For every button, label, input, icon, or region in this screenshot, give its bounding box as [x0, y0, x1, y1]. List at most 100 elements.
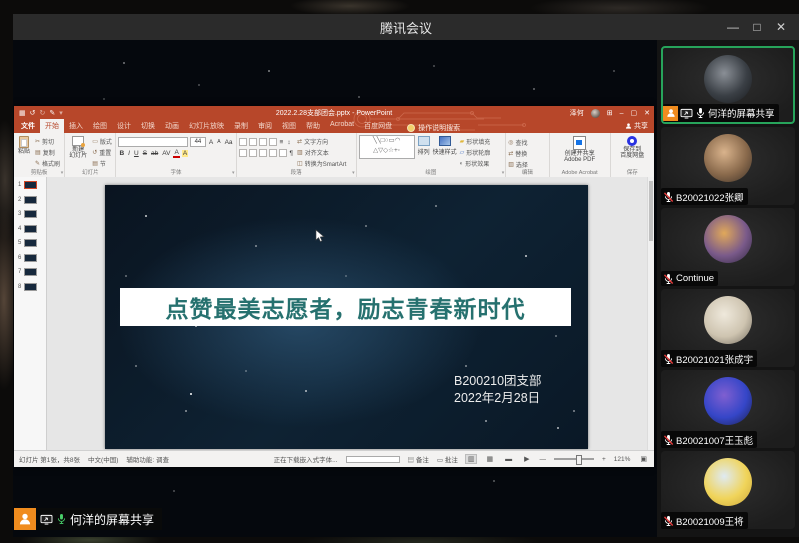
- ppt-share-button[interactable]: 共享: [625, 121, 648, 131]
- save-to-baidu-button[interactable]: 保存到百度网盘: [613, 135, 652, 160]
- slide-thumbnail-5[interactable]: 5: [18, 239, 46, 247]
- ribbon-display-options-icon[interactable]: ⊞: [607, 109, 613, 117]
- bold-button[interactable]: B: [118, 150, 125, 157]
- ribbon-tab-幻灯片放映[interactable]: 幻灯片放映: [184, 119, 229, 134]
- slide-thumbnail-4[interactable]: 4: [18, 225, 46, 233]
- format-painter-button[interactable]: ✎格式刷: [35, 159, 60, 168]
- list-buttons[interactable]: ≡↕: [239, 138, 295, 146]
- slide-thumbnail-6[interactable]: 6: [18, 254, 46, 262]
- underline-button[interactable]: U: [133, 150, 140, 157]
- quick-styles-button[interactable]: 快速样式: [433, 135, 457, 168]
- shape-effects-button[interactable]: ◐形状效果: [460, 159, 491, 168]
- ribbon-tab-视图[interactable]: 视图: [277, 119, 301, 134]
- pen-mode-icon[interactable]: ✎: [49, 109, 55, 117]
- font-size-input[interactable]: 44: [190, 137, 206, 147]
- redo-icon[interactable]: ↻: [40, 109, 46, 117]
- ribbon-tab-插入[interactable]: 插入: [64, 119, 88, 134]
- undo-icon[interactable]: ↺: [30, 109, 36, 117]
- slide-thumbnail-2[interactable]: 2: [18, 196, 46, 204]
- minimize-button[interactable]: —: [721, 20, 745, 34]
- ppt-close-button[interactable]: ✕: [644, 109, 650, 117]
- zoom-percentage[interactable]: 121%: [614, 456, 631, 463]
- accessibility-status[interactable]: 辅助功能: 调查: [126, 454, 169, 464]
- slide-thumbnail-8[interactable]: 8: [18, 283, 46, 291]
- zoom-out-button[interactable]: —: [539, 456, 546, 463]
- ribbon-tab-文件[interactable]: 文件: [16, 119, 40, 134]
- participant-tile[interactable]: B20021007王玉彪: [661, 370, 795, 448]
- normal-view-icon[interactable]: ▥: [466, 455, 477, 463]
- ribbon-tab-设计[interactable]: 设计: [112, 119, 136, 134]
- slide-thumbnail-3[interactable]: 3: [18, 210, 46, 218]
- shapes-gallery[interactable]: ╲╲□○▭◠△▽◇☆+◦: [359, 135, 415, 159]
- ribbon-tab-开始[interactable]: 开始: [40, 119, 64, 134]
- participant-tile[interactable]: Continue: [661, 208, 795, 286]
- save-icon[interactable]: ▦: [19, 109, 26, 117]
- replace-button[interactable]: ⇄替换: [508, 149, 546, 158]
- font-color-button[interactable]: A: [173, 149, 179, 158]
- fit-to-window-icon[interactable]: ▣: [638, 455, 649, 463]
- shadow-button[interactable]: ab: [150, 150, 159, 157]
- align-buttons[interactable]: ¶: [239, 149, 295, 157]
- language-indicator[interactable]: 中文(中国): [88, 454, 118, 464]
- highlight-button[interactable]: A: [182, 150, 188, 157]
- dialog-launcher-icon[interactable]: ▾: [61, 170, 64, 176]
- zoom-slider-knob[interactable]: [576, 455, 582, 465]
- reset-button[interactable]: ↺重置: [92, 148, 112, 157]
- ribbon-tab-录制[interactable]: 录制: [229, 119, 253, 134]
- participant-tile[interactable]: B20021009王将: [661, 451, 795, 529]
- font-name-input[interactable]: [118, 137, 187, 147]
- char-spacing-button[interactable]: AV: [161, 150, 171, 157]
- vertical-scrollbar[interactable]: [647, 177, 654, 450]
- slide-sorter-view-icon[interactable]: ▦: [484, 455, 495, 463]
- ribbon-tab-Acrobat[interactable]: Acrobat: [325, 119, 359, 134]
- meeting-titlebar[interactable]: 腾讯会议 — □ ✕: [13, 14, 799, 40]
- comments-button[interactable]: ▭ 批注: [437, 454, 458, 464]
- slide-thumbnail-7[interactable]: 7: [18, 268, 46, 276]
- zoom-in-button[interactable]: +: [602, 456, 606, 463]
- dialog-launcher-icon[interactable]: ▾: [352, 170, 355, 176]
- smartart-button[interactable]: ◫转换为SmartArt: [297, 159, 346, 168]
- ribbon-tab-绘图[interactable]: 绘图: [88, 119, 112, 134]
- slideshow-view-icon[interactable]: ▶: [522, 455, 531, 463]
- shape-outline-button[interactable]: ▱形状轮廓: [460, 148, 491, 157]
- paste-button[interactable]: 粘贴: [16, 135, 32, 168]
- slide-title-box[interactable]: 点赞最美志愿者，励志青春新时代: [120, 288, 571, 326]
- slide-thumbnail-1[interactable]: 1: [18, 181, 46, 189]
- screen-share-banner[interactable]: 何洋的屏幕共享: [14, 508, 162, 530]
- slide-thumbnail-panel[interactable]: 1 2 3 4 5 6 7 8: [14, 177, 47, 450]
- slide[interactable]: 点赞最美志愿者，励志青春新时代 B200210团支部 2022年2月28日: [105, 185, 588, 449]
- ribbon-tab-切换[interactable]: 切换: [136, 119, 160, 134]
- participant-tile[interactable]: B20021022张卿: [661, 127, 795, 205]
- decrease-font-icon[interactable]: A: [216, 139, 221, 145]
- shape-fill-button[interactable]: ▰形状填充: [460, 137, 491, 146]
- ribbon-tab-动画[interactable]: 动画: [160, 119, 184, 134]
- ppt-minimize-button[interactable]: –: [620, 110, 624, 117]
- participant-tile[interactable]: B20021021张成宇: [661, 289, 795, 367]
- dialog-launcher-icon[interactable]: ▾: [232, 170, 235, 176]
- close-button[interactable]: ✕: [769, 20, 793, 34]
- cut-button[interactable]: ✂剪切: [35, 137, 60, 146]
- ribbon-tab-审阅[interactable]: 审阅: [253, 119, 277, 134]
- reading-view-icon[interactable]: ▬: [503, 456, 514, 463]
- account-avatar[interactable]: [591, 109, 600, 118]
- find-button[interactable]: ◎查找: [508, 138, 546, 147]
- dialog-launcher-icon[interactable]: ▾: [502, 170, 505, 176]
- align-text-button[interactable]: ▥对齐文本: [297, 148, 346, 157]
- tell-me-search[interactable]: 操作说明搜索: [407, 123, 460, 133]
- maximize-button[interactable]: □: [745, 20, 769, 34]
- copy-button[interactable]: ▤复制: [35, 148, 60, 157]
- notes-button[interactable]: ▤ 备注: [408, 454, 429, 464]
- clear-format-icon[interactable]: Aa: [224, 139, 234, 146]
- ppt-restore-button[interactable]: ▢: [631, 109, 638, 117]
- create-pdf-button[interactable]: 创建并共享Adobe PDF: [552, 135, 608, 164]
- strikethrough-button[interactable]: S: [142, 150, 148, 157]
- qat-more-icon[interactable]: ▾: [59, 109, 63, 117]
- arrange-button[interactable]: 排列: [418, 135, 430, 168]
- layout-button[interactable]: ▭版式: [92, 137, 112, 146]
- text-direction-button[interactable]: ⇄文字方向: [297, 137, 346, 146]
- ribbon-tab-百度网盘[interactable]: 百度网盘: [359, 119, 397, 134]
- increase-font-icon[interactable]: A: [208, 139, 214, 146]
- participant-tile[interactable]: 何洋的屏幕共享: [661, 46, 795, 124]
- new-slide-button[interactable]: 新建幻灯片: [67, 135, 89, 168]
- section-button[interactable]: ▤节: [92, 159, 112, 168]
